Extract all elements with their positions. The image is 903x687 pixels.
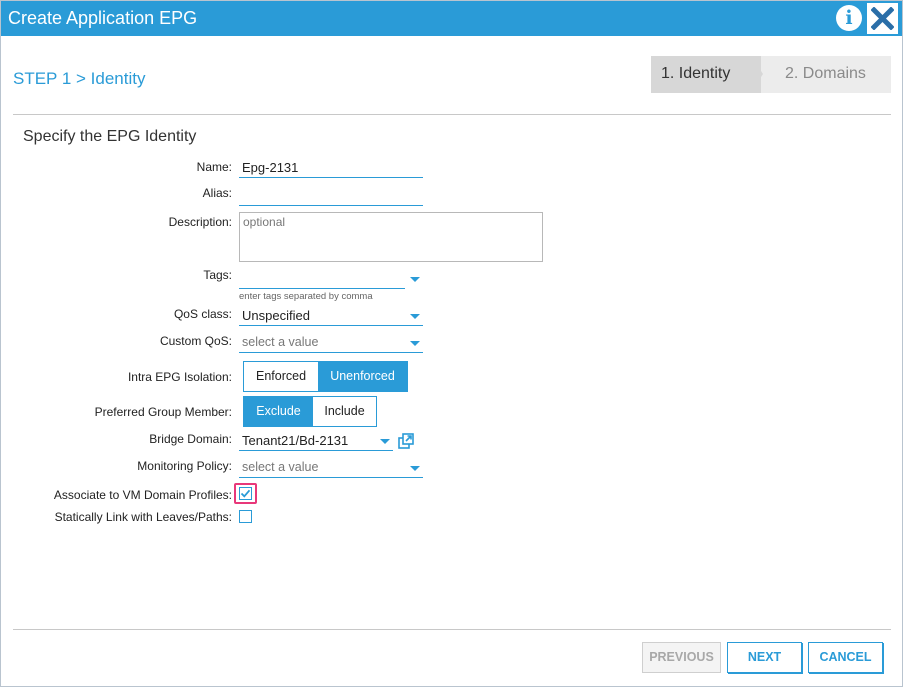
tags-input[interactable] — [239, 268, 405, 289]
custom-qos-placeholder: select a value — [242, 335, 319, 349]
description-label: Description: — [168, 215, 232, 229]
qos-class-label: QoS class: — [173, 307, 232, 321]
monitoring-policy-select[interactable]: select a value — [239, 457, 423, 478]
next-button[interactable]: NEXT — [727, 642, 802, 673]
chevron-down-icon — [410, 466, 420, 471]
open-external-icon[interactable] — [398, 433, 414, 449]
wizard-step-arrow — [751, 56, 763, 92]
associate-vm-domain-checkbox[interactable] — [239, 487, 252, 500]
monitoring-policy-placeholder: select a value — [242, 460, 319, 474]
wizard-step-identity[interactable]: 1. Identity — [651, 56, 761, 93]
intra-epg-isolation-toggle: Enforced Unenforced — [243, 361, 408, 392]
tags-dropdown-icon[interactable] — [410, 277, 420, 282]
cancel-button[interactable]: CANCEL — [808, 642, 883, 673]
name-input[interactable] — [239, 157, 423, 178]
wizard-step-label: 1. Identity — [661, 65, 731, 82]
isolation-enforced-button[interactable]: Enforced — [244, 362, 318, 391]
section-title: Specify the EPG Identity — [23, 128, 197, 145]
bridge-domain-label: Bridge Domain: — [149, 432, 232, 446]
preferred-include-button[interactable]: Include — [313, 397, 376, 426]
static-link-label: Statically Link with Leaves/Paths: — [54, 510, 232, 524]
footer-divider — [13, 629, 891, 630]
bridge-domain-value: Tenant21/Bd-2131 — [242, 433, 349, 448]
chevron-down-icon — [380, 439, 390, 444]
step-heading: STEP 1 > Identity — [13, 69, 146, 88]
preferred-group-member-toggle: Exclude Include — [243, 396, 377, 427]
alias-label: Alias: — [202, 186, 232, 200]
wizard-step-label: 2. Domains — [785, 65, 866, 82]
previous-button[interactable]: PREVIOUS — [642, 642, 721, 673]
qos-class-select[interactable]: Unspecified — [239, 305, 423, 326]
dialog-title: Create Application EPG — [8, 8, 198, 28]
checkmark-icon — [240, 489, 251, 498]
associate-vm-domain-label: Associate to VM Domain Profiles: — [53, 488, 232, 502]
create-application-epg-dialog: Create Application EPG i STEP 1 > Identi… — [0, 0, 903, 687]
alias-input[interactable] — [239, 185, 423, 206]
chevron-down-icon — [410, 314, 420, 319]
dialog-titlebar: Create Application EPG i — [1, 1, 902, 36]
wizard-step-domains[interactable]: 2. Domains — [751, 56, 891, 93]
intra-epg-isolation-label: Intra EPG Isolation: — [127, 370, 232, 384]
preferred-group-member-label: Preferred Group Member: — [94, 405, 232, 419]
info-icon[interactable]: i — [836, 5, 862, 31]
custom-qos-select[interactable]: select a value — [239, 332, 423, 353]
header-divider — [13, 114, 891, 115]
close-icon[interactable] — [867, 3, 898, 34]
tags-label: Tags: — [203, 268, 232, 282]
qos-class-value: Unspecified — [242, 308, 310, 323]
name-label: Name: — [196, 160, 232, 174]
wizard-steps: 2. Domains 1. Identity — [651, 56, 891, 93]
preferred-exclude-button[interactable]: Exclude — [244, 397, 313, 426]
bridge-domain-select[interactable]: Tenant21/Bd-2131 — [239, 430, 393, 451]
tags-hint: enter tags separated by comma — [239, 291, 373, 302]
custom-qos-label: Custom QoS: — [159, 334, 232, 348]
monitoring-policy-label: Monitoring Policy: — [137, 459, 232, 473]
chevron-down-icon — [410, 341, 420, 346]
description-textarea[interactable] — [239, 212, 543, 262]
static-link-checkbox[interactable] — [239, 510, 252, 523]
isolation-unenforced-button[interactable]: Unenforced — [318, 362, 407, 391]
